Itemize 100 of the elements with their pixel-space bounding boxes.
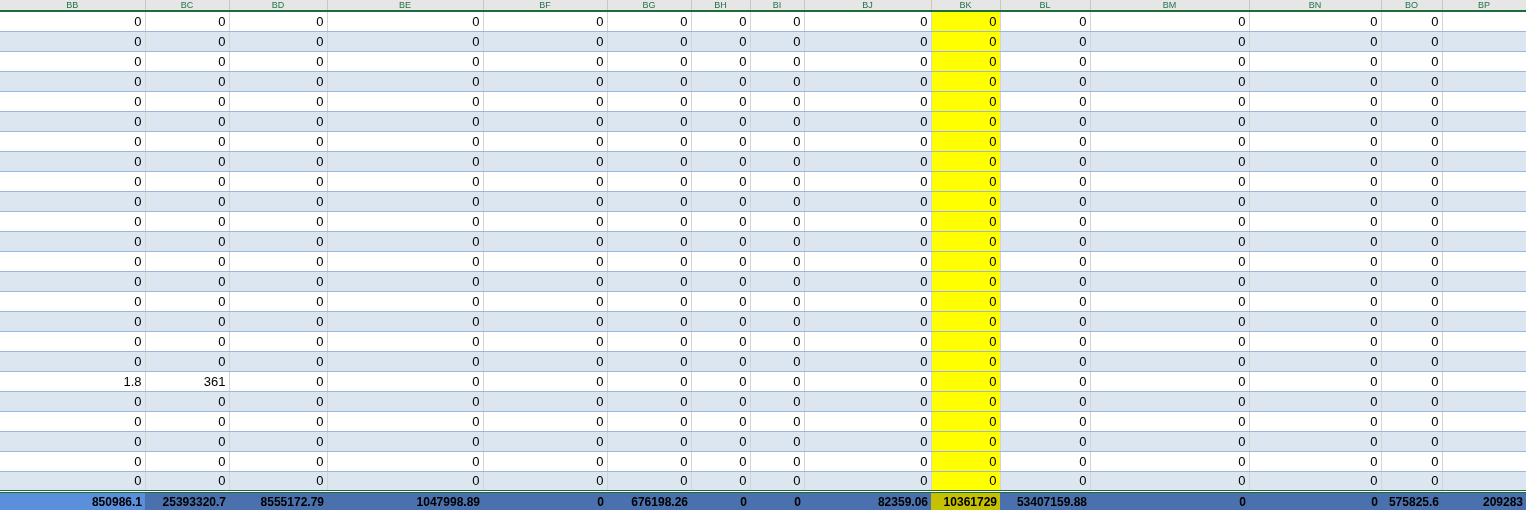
table-cell: 0: [691, 371, 750, 391]
column-header[interactable]: BO: [1381, 0, 1442, 11]
table-cell: 0: [483, 11, 607, 31]
table-cell: 0: [1381, 291, 1442, 311]
table-cell: 361: [145, 371, 229, 391]
table-cell: 0: [1090, 211, 1249, 231]
table-cell: 0: [1090, 371, 1249, 391]
table-cell: 0: [483, 451, 607, 471]
table-cell: 0: [1381, 451, 1442, 471]
table-cell: 0: [327, 131, 483, 151]
column-header[interactable]: BG: [607, 0, 691, 11]
table-cell: 0: [229, 371, 327, 391]
table-cell: 0: [1000, 211, 1090, 231]
table-cell: 0: [1090, 11, 1249, 31]
table-cell: 0: [804, 171, 931, 191]
table-cell: 0: [750, 331, 804, 351]
table-cell: 0: [1249, 331, 1381, 351]
total-cell: 676198.26: [607, 491, 691, 510]
table-cell: 0: [691, 211, 750, 231]
column-header[interactable]: BJ: [804, 0, 931, 11]
table-cell: 0: [229, 411, 327, 431]
total-cell: 850986.1: [0, 491, 145, 510]
column-header[interactable]: BF: [483, 0, 607, 11]
table-cell: 0: [750, 251, 804, 271]
table-cell: 0: [0, 351, 145, 371]
table-cell: 0: [1000, 411, 1090, 431]
table-cell: 0: [327, 51, 483, 71]
table-cell: 0: [1000, 51, 1090, 71]
table-cell: 0: [607, 331, 691, 351]
table-cell: 0: [0, 111, 145, 131]
table-cell: 0: [804, 251, 931, 271]
table-cell: 0: [145, 171, 229, 191]
table-cell: 0: [145, 411, 229, 431]
table-cell: 0: [1249, 451, 1381, 471]
table-cell: 0: [804, 371, 931, 391]
column-header[interactable]: BE: [327, 0, 483, 11]
total-cell: 82359.06: [804, 491, 931, 510]
table-cell: 0: [804, 291, 931, 311]
total-cell: 0: [1249, 491, 1381, 510]
table-cell: 0: [1381, 371, 1442, 391]
table-cell: 0: [145, 451, 229, 471]
table-cell: 0: [327, 331, 483, 351]
table-cell: 0: [1000, 371, 1090, 391]
table-cell: 0: [607, 371, 691, 391]
table-cell: 0: [327, 211, 483, 231]
table-cell: 0: [804, 331, 931, 351]
table-cell: 0: [691, 411, 750, 431]
table-cell: 0: [804, 411, 931, 431]
table-cell: 0: [483, 331, 607, 351]
total-cell: 0: [1090, 491, 1249, 510]
table-cell: 0: [607, 91, 691, 111]
table-cell: 0: [750, 371, 804, 391]
total-cell: 53407159.88: [1000, 491, 1090, 510]
total-cell: 25393320.7: [145, 491, 229, 510]
table-cell: 0: [607, 51, 691, 71]
table-cell: 0: [1249, 51, 1381, 71]
column-header[interactable]: BI: [750, 0, 804, 11]
table-cell: 0: [483, 371, 607, 391]
table-cell: 0: [0, 411, 145, 431]
table-cell: 0: [1381, 11, 1442, 31]
column-header[interactable]: BM: [1090, 0, 1249, 11]
column-header[interactable]: BP: [1442, 0, 1526, 11]
table-cell: 0: [0, 91, 145, 111]
column-header[interactable]: BB: [0, 0, 145, 11]
table-cell: 0: [1000, 451, 1090, 471]
table-cell: 0: [145, 251, 229, 271]
column-header[interactable]: BL: [1000, 0, 1090, 11]
total-cell: 0: [750, 491, 804, 510]
column-header[interactable]: BC: [145, 0, 229, 11]
table-cell: 0: [804, 211, 931, 231]
table-cell: 0: [0, 131, 145, 151]
table-cell: 0: [0, 191, 145, 211]
table-cell: 0: [145, 131, 229, 151]
table-cell: 0: [750, 91, 804, 111]
column-header[interactable]: BN: [1249, 0, 1381, 11]
table-cell: 0: [1090, 171, 1249, 191]
table-cell: 0: [0, 211, 145, 231]
table-cell: 0: [691, 11, 750, 31]
table-cell: 0: [483, 171, 607, 191]
table-cell: 0: [750, 171, 804, 191]
table-cell: 0: [145, 291, 229, 311]
table-cell: 0: [327, 291, 483, 311]
table-cell: 0: [1249, 171, 1381, 191]
table-cell: 0: [1381, 91, 1442, 111]
table-cell: 0: [1249, 91, 1381, 111]
table-cell: 0: [1090, 451, 1249, 471]
table-cell: 0: [229, 51, 327, 71]
column-header[interactable]: BD: [229, 0, 327, 11]
table-cell: 0: [483, 91, 607, 111]
table-cell: 0: [483, 131, 607, 151]
table-cell: 0: [483, 251, 607, 271]
column-header[interactable]: BH: [691, 0, 750, 11]
table-cell: 0: [327, 451, 483, 471]
table-cell: 0: [1000, 251, 1090, 271]
table-cell: 0: [1381, 411, 1442, 431]
table-cell: 0: [1090, 131, 1249, 151]
table-cell: 0: [0, 51, 145, 71]
column-header[interactable]: BK: [931, 0, 1000, 11]
table-cell: 0: [1249, 411, 1381, 431]
table-cell: 0: [691, 451, 750, 471]
